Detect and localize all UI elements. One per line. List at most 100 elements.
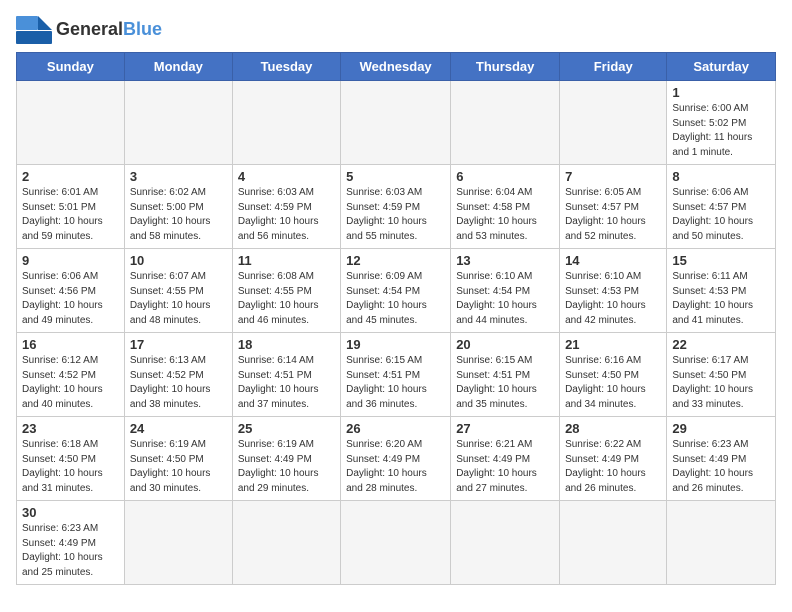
day-info: Sunrise: 6:03 AM Sunset: 4:59 PM Dayligh… — [238, 186, 335, 244]
calendar-cell: 27 Sunrise: 6:21 AM Sunset: 4:49 PM Dayli… — [451, 417, 560, 501]
calendar-table: SundayMondayTuesdayWednesdayThursdayFrid… — [16, 52, 776, 585]
calendar-cell: 3 Sunrise: 6:02 AM Sunset: 5:00 PM Daylig… — [124, 165, 232, 249]
calendar-cell: 7 Sunrise: 6:05 AM Sunset: 4:57 PM Daylig… — [560, 165, 667, 249]
day-number: 3 — [130, 169, 227, 184]
calendar-cell: 11 Sunrise: 6:08 AM Sunset: 4:55 PM Dayli… — [232, 249, 340, 333]
day-info: Sunrise: 6:07 AM Sunset: 4:55 PM Dayligh… — [130, 270, 227, 328]
calendar-cell: 24Sunrise: 6:19 AM Sunset: 4:50 PM Dayli… — [124, 417, 232, 501]
day-number: 26 — [346, 421, 445, 436]
day-info: Sunrise: 6:15 AM Sunset: 4:51 PM Dayligh… — [346, 354, 445, 412]
calendar-cell: 2Sunrise: 6:01 AM Sunset: 5:01 PM Daylig… — [17, 165, 125, 249]
calendar-cell: 28 Sunrise: 6:22 AM Sunset: 4:49 PM Dayli… — [560, 417, 667, 501]
day-info: Sunrise: 6:09 AM Sunset: 4:54 PM Dayligh… — [346, 270, 445, 328]
day-number: 19 — [346, 337, 445, 352]
day-info: Sunrise: 6:17 AM Sunset: 4:50 PM Dayligh… — [672, 354, 770, 412]
day-number: 20 — [456, 337, 554, 352]
weekday-header-sunday: Sunday — [17, 53, 125, 81]
day-info: Sunrise: 6:08 AM Sunset: 4:55 PM Dayligh… — [238, 270, 335, 328]
day-number: 17 — [130, 337, 227, 352]
day-number: 12 — [346, 253, 445, 268]
logo-icon — [16, 16, 52, 44]
calendar-cell: 5Sunrise: 6:03 AM Sunset: 4:59 PM Daylig… — [341, 165, 451, 249]
day-number: 27 — [456, 421, 554, 436]
day-number: 6 — [456, 169, 554, 184]
day-number: 21 — [565, 337, 661, 352]
calendar-week-row: 1 Sunrise: 6:00 AM Sunset: 5:02 PM Daylig… — [17, 81, 776, 165]
day-number: 28 — [565, 421, 661, 436]
day-info: Sunrise: 6:10 AM Sunset: 4:53 PM Dayligh… — [565, 270, 661, 328]
day-number: 4 — [238, 169, 335, 184]
day-number: 7 — [565, 169, 661, 184]
day-info: Sunrise: 6:00 AM Sunset: 5:02 PM Dayligh… — [672, 102, 770, 160]
day-info: Sunrise: 6:14 AM Sunset: 4:51 PM Dayligh… — [238, 354, 335, 412]
calendar-cell: 8Sunrise: 6:06 AM Sunset: 4:57 PM Daylig… — [667, 165, 776, 249]
day-info: Sunrise: 6:06 AM Sunset: 4:56 PM Dayligh… — [22, 270, 119, 328]
calendar-cell: 12 Sunrise: 6:09 AM Sunset: 4:54 PM Dayli… — [341, 249, 451, 333]
weekday-header-row: SundayMondayTuesdayWednesdayThursdayFrid… — [17, 53, 776, 81]
day-number: 29 — [672, 421, 770, 436]
day-info: Sunrise: 6:10 AM Sunset: 4:54 PM Dayligh… — [456, 270, 554, 328]
calendar-cell: 9Sunrise: 6:06 AM Sunset: 4:56 PM Daylig… — [17, 249, 125, 333]
day-number: 1 — [672, 85, 770, 100]
day-info: Sunrise: 6:13 AM Sunset: 4:52 PM Dayligh… — [130, 354, 227, 412]
calendar-cell: 13 Sunrise: 6:10 AM Sunset: 4:54 PM Dayli… — [451, 249, 560, 333]
day-info: Sunrise: 6:23 AM Sunset: 4:49 PM Dayligh… — [22, 522, 119, 580]
day-info: Sunrise: 6:03 AM Sunset: 4:59 PM Dayligh… — [346, 186, 445, 244]
day-info: Sunrise: 6:22 AM Sunset: 4:49 PM Dayligh… — [565, 438, 661, 496]
calendar-cell: 1 Sunrise: 6:00 AM Sunset: 5:02 PM Daylig… — [667, 81, 776, 165]
page-header: GeneralBlue — [16, 16, 776, 44]
calendar-cell — [451, 501, 560, 585]
day-number: 11 — [238, 253, 335, 268]
weekday-header-monday: Monday — [124, 53, 232, 81]
calendar-cell: 22 Sunrise: 6:17 AM Sunset: 4:50 PM Dayli… — [667, 333, 776, 417]
calendar-cell: 15Sunrise: 6:11 AM Sunset: 4:53 PM Dayli… — [667, 249, 776, 333]
day-number: 10 — [130, 253, 227, 268]
calendar-cell: 21Sunrise: 6:16 AM Sunset: 4:50 PM Dayli… — [560, 333, 667, 417]
calendar-cell — [451, 81, 560, 165]
calendar-cell — [124, 81, 232, 165]
day-info: Sunrise: 6:18 AM Sunset: 4:50 PM Dayligh… — [22, 438, 119, 496]
calendar-cell — [560, 501, 667, 585]
day-info: Sunrise: 6:05 AM Sunset: 4:57 PM Dayligh… — [565, 186, 661, 244]
calendar-cell: 23 Sunrise: 6:18 AM Sunset: 4:50 PM Dayli… — [17, 417, 125, 501]
day-info: Sunrise: 6:15 AM Sunset: 4:51 PM Dayligh… — [456, 354, 554, 412]
calendar-cell: 16 Sunrise: 6:12 AM Sunset: 4:52 PM Dayli… — [17, 333, 125, 417]
calendar-cell: 10 Sunrise: 6:07 AM Sunset: 4:55 PM Dayli… — [124, 249, 232, 333]
day-number: 22 — [672, 337, 770, 352]
calendar-cell: 29 Sunrise: 6:23 AM Sunset: 4:49 PM Dayli… — [667, 417, 776, 501]
day-info: Sunrise: 6:21 AM Sunset: 4:49 PM Dayligh… — [456, 438, 554, 496]
day-number: 24 — [130, 421, 227, 436]
day-info: Sunrise: 6:01 AM Sunset: 5:01 PM Dayligh… — [22, 186, 119, 244]
calendar-week-row: 16 Sunrise: 6:12 AM Sunset: 4:52 PM Dayli… — [17, 333, 776, 417]
calendar-week-row: 30 Sunrise: 6:23 AM Sunset: 4:49 PM Dayli… — [17, 501, 776, 585]
logo: GeneralBlue — [16, 16, 162, 44]
day-info: Sunrise: 6:02 AM Sunset: 5:00 PM Dayligh… — [130, 186, 227, 244]
weekday-header-saturday: Saturday — [667, 53, 776, 81]
weekday-header-tuesday: Tuesday — [232, 53, 340, 81]
day-number: 30 — [22, 505, 119, 520]
calendar-cell — [667, 501, 776, 585]
day-info: Sunrise: 6:12 AM Sunset: 4:52 PM Dayligh… — [22, 354, 119, 412]
day-number: 13 — [456, 253, 554, 268]
calendar-cell — [232, 501, 340, 585]
day-number: 18 — [238, 337, 335, 352]
day-info: Sunrise: 6:06 AM Sunset: 4:57 PM Dayligh… — [672, 186, 770, 244]
calendar-cell — [341, 501, 451, 585]
day-info: Sunrise: 6:19 AM Sunset: 4:49 PM Dayligh… — [238, 438, 335, 496]
calendar-week-row: 23 Sunrise: 6:18 AM Sunset: 4:50 PM Dayli… — [17, 417, 776, 501]
calendar-cell: 20 Sunrise: 6:15 AM Sunset: 4:51 PM Dayli… — [451, 333, 560, 417]
logo-text: GeneralBlue — [56, 20, 162, 40]
calendar-week-row: 2Sunrise: 6:01 AM Sunset: 5:01 PM Daylig… — [17, 165, 776, 249]
weekday-header-friday: Friday — [560, 53, 667, 81]
calendar-cell: 18 Sunrise: 6:14 AM Sunset: 4:51 PM Dayli… — [232, 333, 340, 417]
day-number: 16 — [22, 337, 119, 352]
day-info: Sunrise: 6:20 AM Sunset: 4:49 PM Dayligh… — [346, 438, 445, 496]
calendar-cell — [560, 81, 667, 165]
day-info: Sunrise: 6:23 AM Sunset: 4:49 PM Dayligh… — [672, 438, 770, 496]
day-number: 23 — [22, 421, 119, 436]
calendar-cell — [124, 501, 232, 585]
calendar-cell — [232, 81, 340, 165]
calendar-cell: 26 Sunrise: 6:20 AM Sunset: 4:49 PM Dayli… — [341, 417, 451, 501]
calendar-week-row: 9Sunrise: 6:06 AM Sunset: 4:56 PM Daylig… — [17, 249, 776, 333]
calendar-cell — [341, 81, 451, 165]
